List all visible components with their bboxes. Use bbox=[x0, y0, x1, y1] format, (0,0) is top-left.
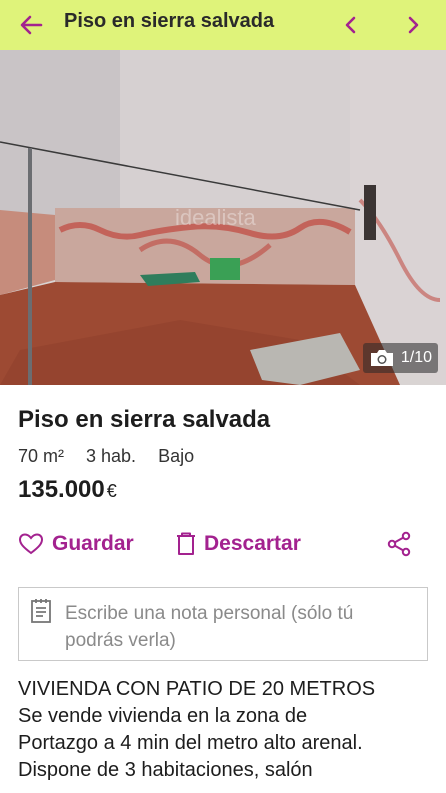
top-bar: Piso en sierra salvada bbox=[0, 0, 446, 50]
listing-title: Piso en sierra salvada bbox=[18, 406, 271, 433]
currency: € bbox=[106, 481, 117, 501]
photo-gallery[interactable]: idealista 1/10 bbox=[0, 50, 446, 385]
share-icon bbox=[387, 531, 411, 557]
floor: Bajo bbox=[158, 446, 195, 466]
note-icon bbox=[31, 599, 51, 623]
action-bar: Guardar Descartar bbox=[18, 526, 428, 562]
description-line: Se vende vivienda en la zona de bbox=[18, 705, 308, 727]
trash-icon bbox=[177, 532, 195, 555]
price-value: 135.000 bbox=[18, 476, 105, 503]
listing-photo: idealista bbox=[0, 50, 446, 385]
description-line: Portazgo a 4 min del metro alto arenal. bbox=[18, 732, 363, 754]
arrow-left-icon bbox=[20, 15, 43, 35]
watermark: idealista bbox=[175, 205, 256, 230]
heart-icon bbox=[18, 533, 44, 555]
description-line: VIVIENDA CON PATIO DE 20 METROS bbox=[18, 678, 376, 700]
listing-facts: 70 m² 3 hab. Bajo bbox=[18, 446, 194, 467]
listing-description: VIVIENDA CON PATIO DE 20 METROS Se vende… bbox=[18, 676, 433, 784]
camera-icon bbox=[370, 350, 393, 366]
save-button[interactable]: Guardar bbox=[18, 526, 134, 562]
area: 70 m² bbox=[18, 446, 65, 466]
price: 135.000 € bbox=[18, 476, 117, 504]
personal-note-field[interactable]: Escribe una nota personal (sólo tú podrá… bbox=[18, 587, 428, 661]
discard-button[interactable]: Descartar bbox=[176, 526, 301, 562]
note-placeholder: Escribe una nota personal (sólo tú podrá… bbox=[65, 603, 354, 651]
chevron-left-icon bbox=[345, 16, 356, 34]
rooms: 3 hab. bbox=[86, 446, 137, 466]
back-button[interactable] bbox=[14, 9, 48, 41]
photo-counter-label: 1/10 bbox=[400, 349, 432, 366]
chevron-right-icon bbox=[408, 16, 419, 34]
page-title: Piso en sierra salvada bbox=[64, 10, 275, 32]
previous-listing-button[interactable] bbox=[336, 9, 366, 41]
photo-counter: 1/10 bbox=[362, 343, 438, 373]
share-button[interactable] bbox=[386, 526, 412, 562]
save-label: Guardar bbox=[52, 532, 134, 555]
discard-label: Descartar bbox=[204, 532, 301, 555]
next-listing-button[interactable] bbox=[398, 9, 428, 41]
description-line: Dispone de 3 habitaciones, salón bbox=[18, 759, 313, 781]
